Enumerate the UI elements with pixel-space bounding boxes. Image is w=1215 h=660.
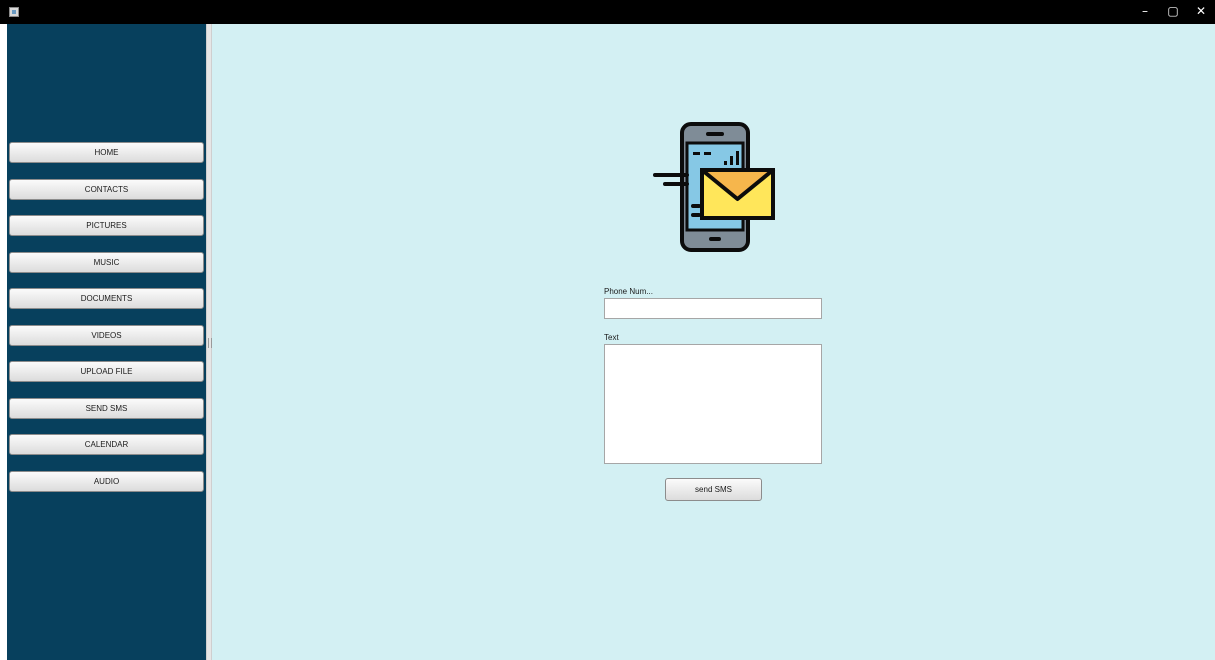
title-bar: – ▢ ✕ <box>0 0 1215 24</box>
minimize-button[interactable]: – <box>1131 0 1159 24</box>
sidebar-item-music[interactable]: MUSIC <box>9 252 204 273</box>
app-icon <box>9 7 19 17</box>
sidebar-item-home[interactable]: HOME <box>9 142 204 163</box>
sidebar-item-documents[interactable]: DOCUMENTS <box>9 288 204 309</box>
sms-text-area[interactable] <box>604 344 822 464</box>
sms-phone-envelope-icon <box>653 122 775 252</box>
sidebar-item-send-sms[interactable]: SEND SMS <box>9 398 204 419</box>
send-sms-button[interactable]: send SMS <box>665 478 762 501</box>
sidebar-item-pictures[interactable]: PICTURES <box>9 215 204 236</box>
sidebar-item-contacts[interactable]: CONTACTS <box>9 179 204 200</box>
text-label: Text <box>604 333 619 342</box>
close-button[interactable]: ✕ <box>1187 0 1215 24</box>
sidebar-item-upload-file[interactable]: UPLOAD FILE <box>9 361 204 382</box>
sidebar-item-calendar[interactable]: CALENDAR <box>9 434 204 455</box>
window-controls: – ▢ ✕ <box>1131 0 1215 24</box>
phone-number-label: Phone Num... <box>604 287 653 296</box>
sidebar-item-audio[interactable]: AUDIO <box>9 471 204 492</box>
maximize-button[interactable]: ▢ <box>1159 0 1187 24</box>
app-window: – ▢ ✕ HOME CONTACTS PICTURES MUSIC DOCUM… <box>0 0 1215 660</box>
send-sms-panel <box>212 24 1215 660</box>
phone-number-input[interactable] <box>604 298 822 319</box>
sidebar-item-videos[interactable]: VIDEOS <box>9 325 204 346</box>
